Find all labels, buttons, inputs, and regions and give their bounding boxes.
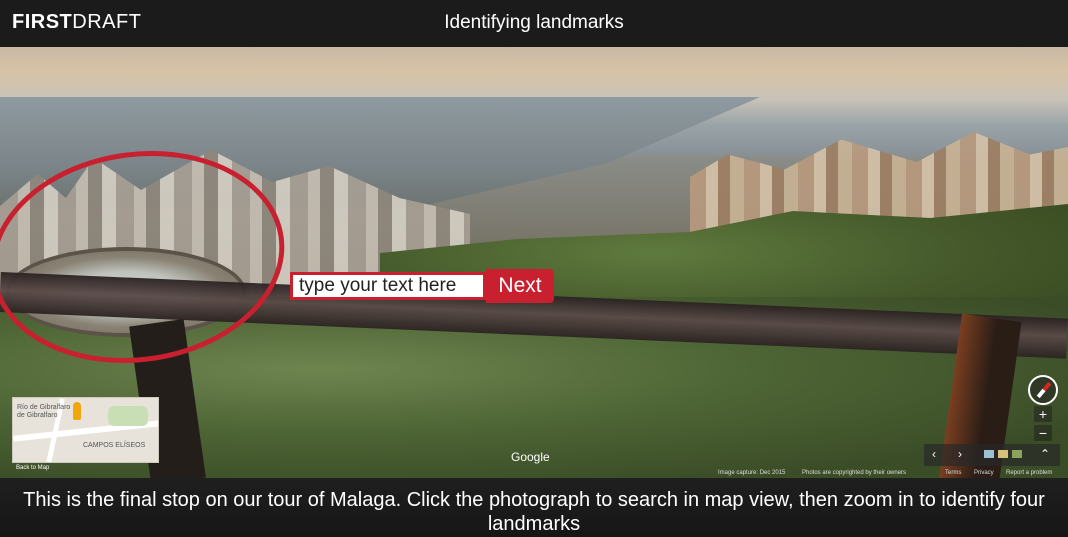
zoom-out-button[interactable]: −: [1034, 425, 1052, 441]
pegman-icon[interactable]: [73, 402, 81, 420]
instructions-text: This is the final stop on our tour of Ma…: [23, 489, 1045, 535]
minimap[interactable]: Río de Gibralfaro de Gibralfaro CAMPOS E…: [12, 397, 159, 463]
back-to-map-link[interactable]: Back to Map: [16, 465, 49, 471]
google-logo: Google: [511, 450, 550, 464]
map-label: CAMPOS ELÍSEOS: [83, 442, 146, 449]
expand-icon[interactable]: ⌃: [1040, 447, 1050, 461]
compass-icon[interactable]: [1028, 375, 1058, 405]
privacy-link[interactable]: Privacy: [974, 470, 994, 476]
map-park: [108, 406, 148, 426]
report-problem-link[interactable]: Report a problem: [1006, 470, 1052, 476]
compass-needle: [1036, 381, 1052, 399]
terms-link[interactable]: Terms: [945, 470, 961, 476]
photo-strip: ‹ › ⌃: [924, 444, 1060, 466]
chevron-right-icon[interactable]: ›: [958, 447, 962, 461]
chevron-left-icon[interactable]: ‹: [932, 447, 936, 461]
footer-bar: This is the final stop on our tour of Ma…: [0, 478, 1068, 537]
photo-thumbnail[interactable]: [998, 450, 1008, 458]
photo-thumbnail[interactable]: [984, 450, 994, 458]
street-view-photo[interactable]: Next Río de Gibralfaro de Gibralfaro CAM…: [0, 47, 1068, 478]
header-bar: FIRSTDRAFT Identifying landmarks: [0, 0, 1068, 47]
photo-thumbnail[interactable]: [1012, 450, 1022, 458]
answer-input[interactable]: [290, 272, 486, 300]
zoom-in-button[interactable]: +: [1034, 406, 1052, 422]
next-button[interactable]: Next: [486, 269, 554, 303]
map-label: de Gibralfaro: [17, 412, 58, 419]
map-label: Río de Gibralfaro: [17, 404, 71, 411]
page-title: Identifying landmarks: [444, 12, 624, 33]
image-capture-date: Image capture: Dec 2015: [718, 470, 786, 476]
copyright-notice: Photos are copyrighted by their owners: [802, 470, 907, 476]
